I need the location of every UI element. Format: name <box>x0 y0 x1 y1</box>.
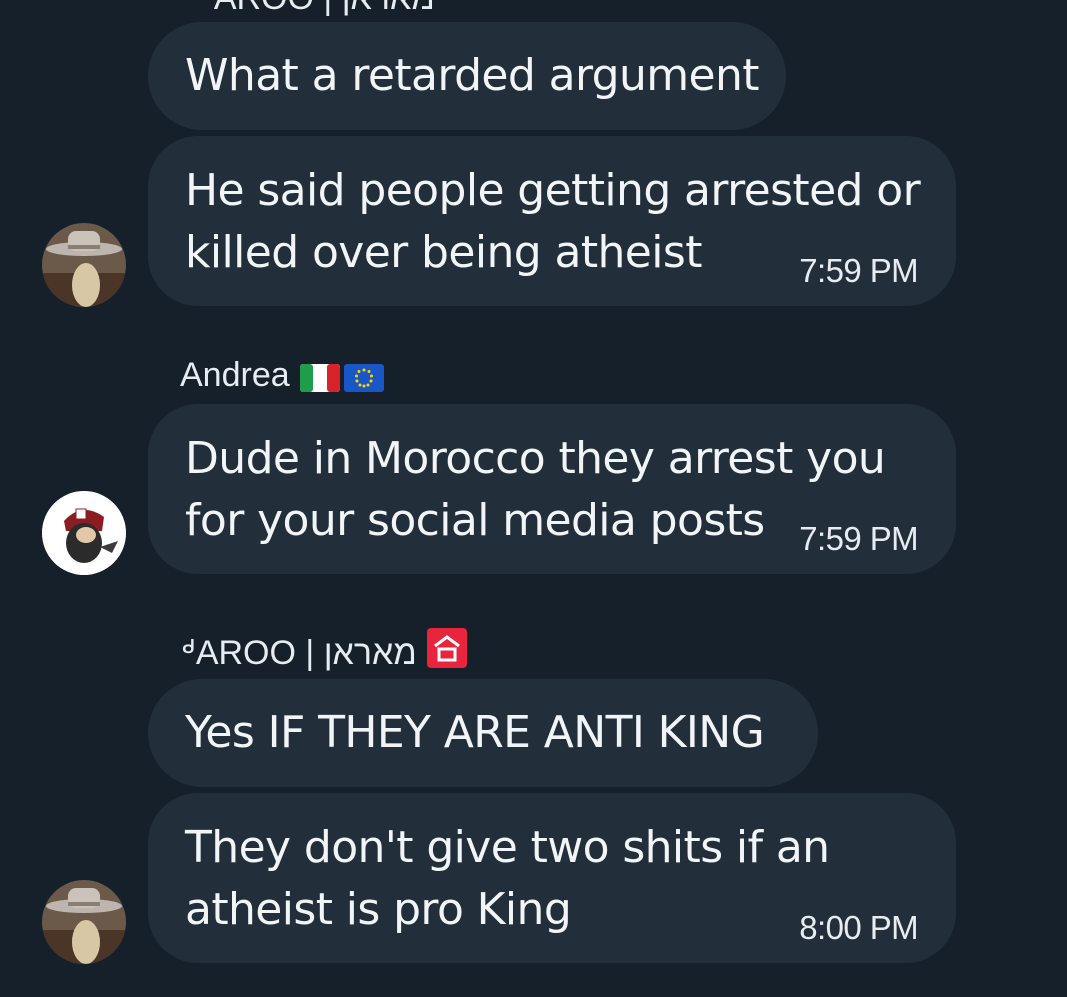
avatar[interactable] <box>42 880 126 964</box>
red-badge-icon <box>426 628 467 677</box>
partial-sender-name: ᒄAROO | מאראן <box>200 0 435 18</box>
message-bubble[interactable]: They don't give two shits if an atheist … <box>148 793 956 963</box>
message-timestamp: 7:59 PM <box>799 252 918 289</box>
message-text: Yes IF THEY ARE ANTI KING <box>185 707 765 758</box>
italy-flag-icon <box>299 362 340 392</box>
message-timestamp: 7:59 PM <box>799 520 918 557</box>
avatar-bearded-man-image <box>42 491 126 575</box>
sender-name[interactable]: Andrea <box>180 356 384 395</box>
sender-label: Andrea <box>180 356 290 394</box>
message-text: What a retarded argument <box>185 50 760 101</box>
message-timestamp: 8:00 PM <box>799 909 918 946</box>
partial-sender-label: ᒄAROO | מאראן <box>200 0 435 17</box>
eu-flag-icon <box>343 362 384 392</box>
message-bubble[interactable]: He said people getting arrested or kille… <box>148 136 956 306</box>
message-bubble[interactable]: What a retarded argument <box>148 22 786 130</box>
avatar-cowboy-image <box>42 223 126 307</box>
message-bubble[interactable]: Yes IF THEY ARE ANTI KING <box>148 679 818 787</box>
avatar-cowboy-image <box>42 880 126 964</box>
sender-name[interactable]: ᒄAROO | מאראן <box>182 628 467 677</box>
avatar[interactable] <box>42 491 126 575</box>
avatar[interactable] <box>42 223 126 307</box>
sender-label: ᒄAROO | מאראן <box>182 633 417 672</box>
message-bubble[interactable]: Dude in Morocco they arrest you for your… <box>148 404 956 574</box>
